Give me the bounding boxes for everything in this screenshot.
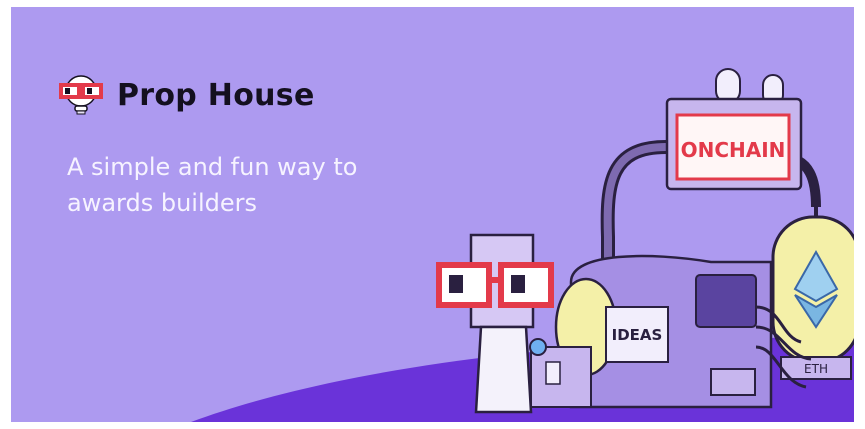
machine-vent xyxy=(710,368,756,396)
machine-screen xyxy=(695,274,757,328)
hero-illustration: ONCHAIN ETH IDEAS xyxy=(191,68,854,422)
onchain-sign-text: ONCHAIN xyxy=(681,138,786,162)
control-dial xyxy=(545,361,561,385)
control-desk xyxy=(530,346,592,408)
eth-label-text: ETH xyxy=(804,362,828,376)
hero-card: Prop House A simple and fun way to award… xyxy=(11,7,854,422)
ideas-label-text: IDEAS xyxy=(612,326,663,344)
